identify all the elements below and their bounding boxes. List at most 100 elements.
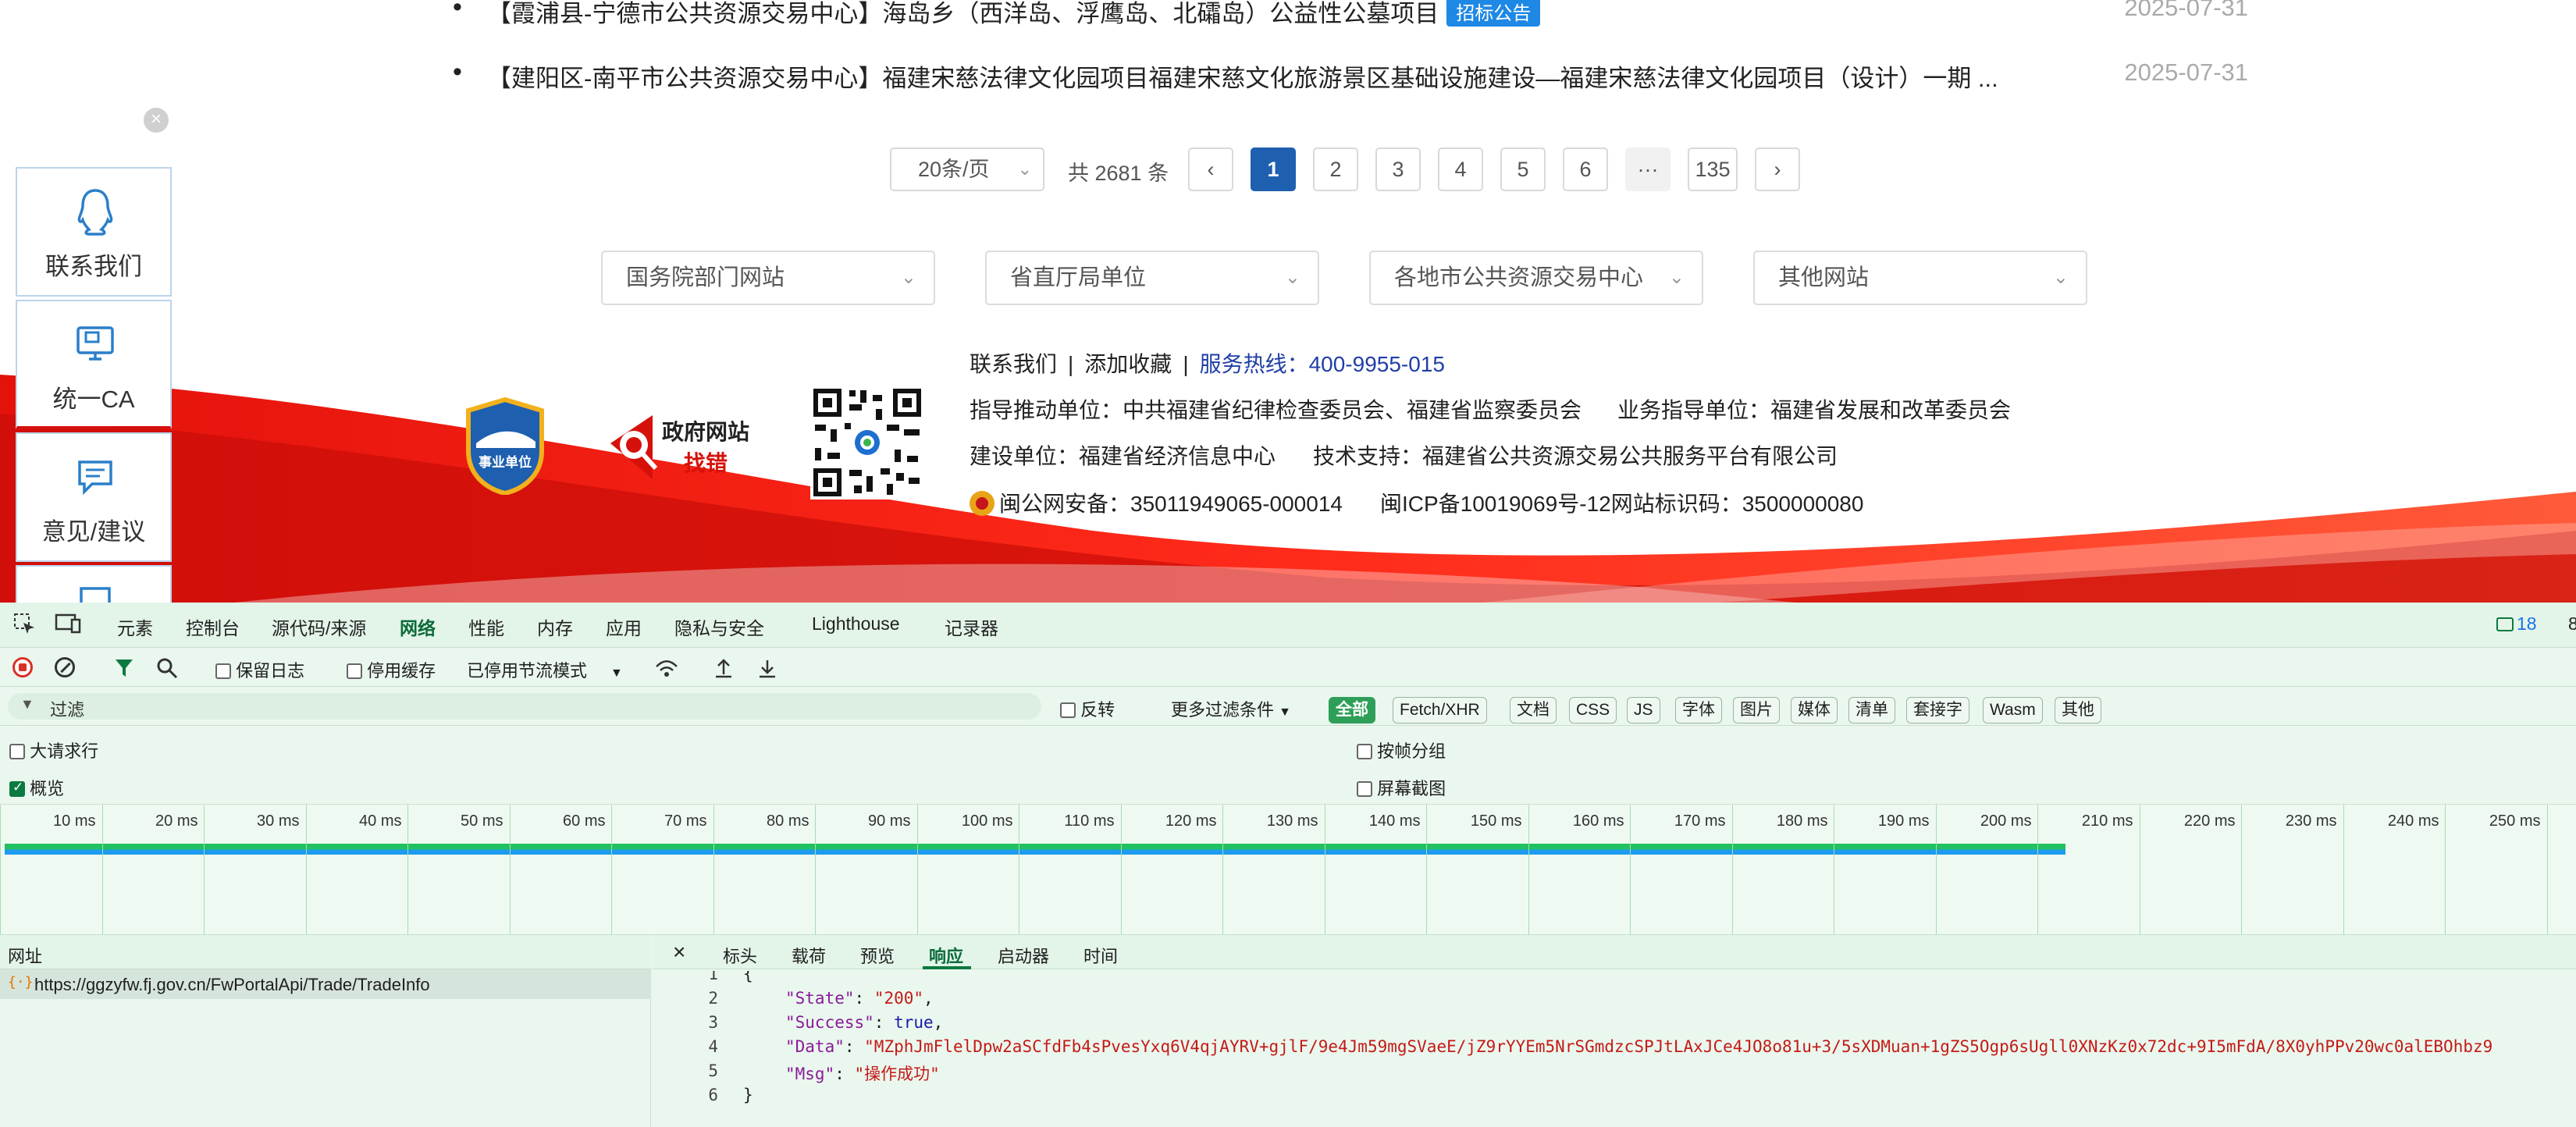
page-button-last[interactable]: 135 xyxy=(1688,148,1738,191)
search-icon[interactable] xyxy=(156,657,178,679)
group-by-frame-checkbox[interactable]: 按帧分组 xyxy=(1357,738,1446,763)
tab-elements[interactable]: 元素 xyxy=(117,613,153,640)
inspect-element-icon[interactable] xyxy=(12,612,36,640)
next-page-button[interactable]: › xyxy=(1755,148,1800,191)
page-button-4[interactable]: 4 xyxy=(1438,148,1483,191)
checkbox[interactable] xyxy=(9,780,25,797)
contact-link[interactable]: 联系我们 xyxy=(970,352,1057,376)
close-sidebar-button[interactable]: × xyxy=(144,108,169,133)
tab-initiator[interactable]: 启动器 xyxy=(998,943,1049,968)
timeline-gridline xyxy=(510,805,511,936)
tab-network[interactable]: 网络 xyxy=(393,613,442,652)
more-tools-icon[interactable]: 8 xyxy=(2568,613,2576,635)
filter-type-other[interactable]: 其他 xyxy=(2055,697,2101,723)
request-list-header[interactable]: 网址 xyxy=(0,935,651,969)
select-city-trade-centers[interactable]: 各地市公共资源交易中心 ⌄ xyxy=(1369,251,1703,305)
page-button-3[interactable]: 3 xyxy=(1375,148,1421,191)
filter-type-fetch-xhr[interactable]: Fetch/XHR xyxy=(1393,697,1487,723)
filter-type-manifest[interactable]: 清单 xyxy=(1848,697,1895,723)
table-row[interactable]: {·} https://ggzyfw.fj.gov.cn/FwPortalApi… xyxy=(0,969,651,999)
timeline-tick-label: 240 ms xyxy=(2387,812,2439,830)
filter-type-img[interactable]: 图片 xyxy=(1733,697,1780,723)
page-button-2[interactable]: 2 xyxy=(1313,148,1358,191)
import-har-icon[interactable] xyxy=(713,657,734,679)
tab-privacy-security[interactable]: 隐私与安全 xyxy=(674,613,764,640)
tab-response[interactable]: 响应 xyxy=(929,943,963,968)
page-button-5[interactable]: 5 xyxy=(1500,148,1546,191)
sidebar-contact-us[interactable]: 联系我们 xyxy=(16,167,172,297)
close-detail-button[interactable]: × xyxy=(673,940,685,965)
page-button-1[interactable]: 1 xyxy=(1251,148,1296,191)
police-record[interactable]: 闽公网安备：35011949065-000014 xyxy=(999,492,1343,516)
sidebar-more-item[interactable] xyxy=(16,565,172,603)
tab-recorder[interactable]: 记录器 xyxy=(945,613,998,640)
timeline-gridline xyxy=(1426,805,1427,936)
add-favorite-link[interactable]: 添加收藏 xyxy=(1084,352,1172,376)
filter-type-doc[interactable]: 文档 xyxy=(1510,697,1557,723)
tab-application[interactable]: 应用 xyxy=(606,613,642,640)
timeline-tick-label: 200 ms xyxy=(1980,812,2032,830)
filter-type-font[interactable]: 字体 xyxy=(1675,697,1722,723)
select-state-council-sites[interactable]: 国务院部门网站 ⌄ xyxy=(601,251,935,305)
checkbox[interactable] xyxy=(1357,744,1372,759)
tab-payload[interactable]: 载荷 xyxy=(792,943,826,968)
footer-guide-row: 指导推动单位：中共福建省纪律检查委员会、福建省监察委员会 业务指导单位：福建省发展… xyxy=(970,393,2011,425)
more-filters-dropdown[interactable]: 更多过滤条件 ▼ xyxy=(1171,696,1291,721)
more-filters-label: 更多过滤条件 xyxy=(1171,700,1275,720)
filter-type-css[interactable]: CSS xyxy=(1569,697,1617,723)
select-other-sites[interactable]: 其他网站 ⌄ xyxy=(1753,251,2087,305)
tab-memory[interactable]: 内存 xyxy=(537,613,573,640)
tab-headers[interactable]: 标头 xyxy=(723,943,757,968)
public-institution-badge[interactable]: 事业单位 xyxy=(464,396,546,496)
record-button[interactable] xyxy=(12,657,33,677)
response-viewer[interactable]: 1 2 3 4 5 6 { "State": "200", "Success":… xyxy=(653,971,2576,1127)
qr-code-icon xyxy=(810,386,924,500)
page-button-6[interactable]: 6 xyxy=(1563,148,1608,191)
device-toolbar-icon[interactable] xyxy=(55,612,81,640)
tab-sources[interactable]: 源代码/来源 xyxy=(272,613,366,640)
filter-type-media[interactable]: 媒体 xyxy=(1791,697,1838,723)
invert-checkbox[interactable]: 反转 xyxy=(1060,696,1115,721)
filter-type-socket[interactable]: 套接字 xyxy=(1906,697,1969,723)
clear-button[interactable] xyxy=(55,657,75,677)
filter-type-all[interactable]: 全部 xyxy=(1329,697,1375,723)
list-item[interactable]: • 【霞浦县-宁德市公共资源交易中心】海岛乡（西洋岛、浮鹰岛、北礵岛）公益性公墓… xyxy=(453,0,2248,33)
sidebar-feedback[interactable]: 意见/建议 xyxy=(16,432,172,562)
checkbox[interactable] xyxy=(1357,781,1372,797)
news-title[interactable]: 【霞浦县-宁德市公共资源交易中心】海岛乡（西洋岛、浮鹰岛、北礵岛）公益性公墓项目 xyxy=(487,0,1439,27)
icp-record[interactable]: 闽ICP备10019069号-12网站标识码：3500000080 xyxy=(1380,492,1863,516)
issues-counter[interactable]: 18 xyxy=(2496,613,2537,635)
preserve-log-checkbox[interactable]: 保留日志 xyxy=(215,657,304,682)
sidebar-unified-ca[interactable]: 统一CA xyxy=(16,300,172,429)
news-title[interactable]: 【建阳区-南平市公共资源交易中心】福建宋慈法律文化园项目福建宋慈文化旅游景区基础… xyxy=(487,59,1998,94)
tab-console[interactable]: 控制台 xyxy=(186,613,240,640)
page-size-select[interactable]: 20条/页 ⌄ xyxy=(890,148,1044,191)
filter-input[interactable]: ▼ 过滤 xyxy=(8,693,1041,720)
network-overview-timeline[interactable]: 10 ms 20 ms 30 ms 40 ms 50 ms 60 ms 70 ms 80 ms… xyxy=(0,804,2576,936)
disable-cache-checkbox[interactable]: 停用缓存 xyxy=(347,657,436,682)
tab-timing[interactable]: 时间 xyxy=(1083,943,1118,968)
network-conditions-icon[interactable] xyxy=(654,657,679,679)
overview-checkbox[interactable]: 概览 xyxy=(9,775,64,800)
throttling-select[interactable]: 已停用节流模式 ▼ xyxy=(467,657,623,682)
filter-type-js[interactable]: JS xyxy=(1627,697,1660,723)
list-item[interactable]: • 【建阳区-南平市公共资源交易中心】福建宋慈法律文化园项目福建宋慈文化旅游景区… xyxy=(453,57,2248,98)
request-url[interactable]: https://ggzyfw.fj.gov.cn/FwPortalApi/Tra… xyxy=(34,975,430,995)
checkbox[interactable] xyxy=(9,744,25,759)
big-request-rows-checkbox[interactable]: 大请求行 xyxy=(9,738,98,763)
gov-site-findbug-logo[interactable]: 政府网站 找错 xyxy=(606,409,759,481)
export-har-icon[interactable] xyxy=(757,657,777,679)
tab-performance[interactable]: 性能 xyxy=(468,613,504,640)
tab-preview[interactable]: 预览 xyxy=(860,943,895,968)
more-pages-button[interactable]: ··· xyxy=(1625,148,1670,191)
prev-page-button[interactable]: ‹ xyxy=(1188,148,1233,191)
select-provincial-units[interactable]: 省直厅局单位 ⌄ xyxy=(985,251,1319,305)
filter-type-wasm[interactable]: Wasm xyxy=(1983,697,2043,723)
tab-lighthouse[interactable]: Lighthouse xyxy=(812,613,900,635)
screenshots-checkbox[interactable]: 屏幕截图 xyxy=(1357,775,1446,800)
filter-icon[interactable] xyxy=(114,657,134,679)
checkbox[interactable] xyxy=(1060,702,1076,718)
chevron-down-icon: ⌄ xyxy=(900,267,916,288)
checkbox[interactable] xyxy=(215,663,231,679)
checkbox[interactable] xyxy=(347,663,362,679)
